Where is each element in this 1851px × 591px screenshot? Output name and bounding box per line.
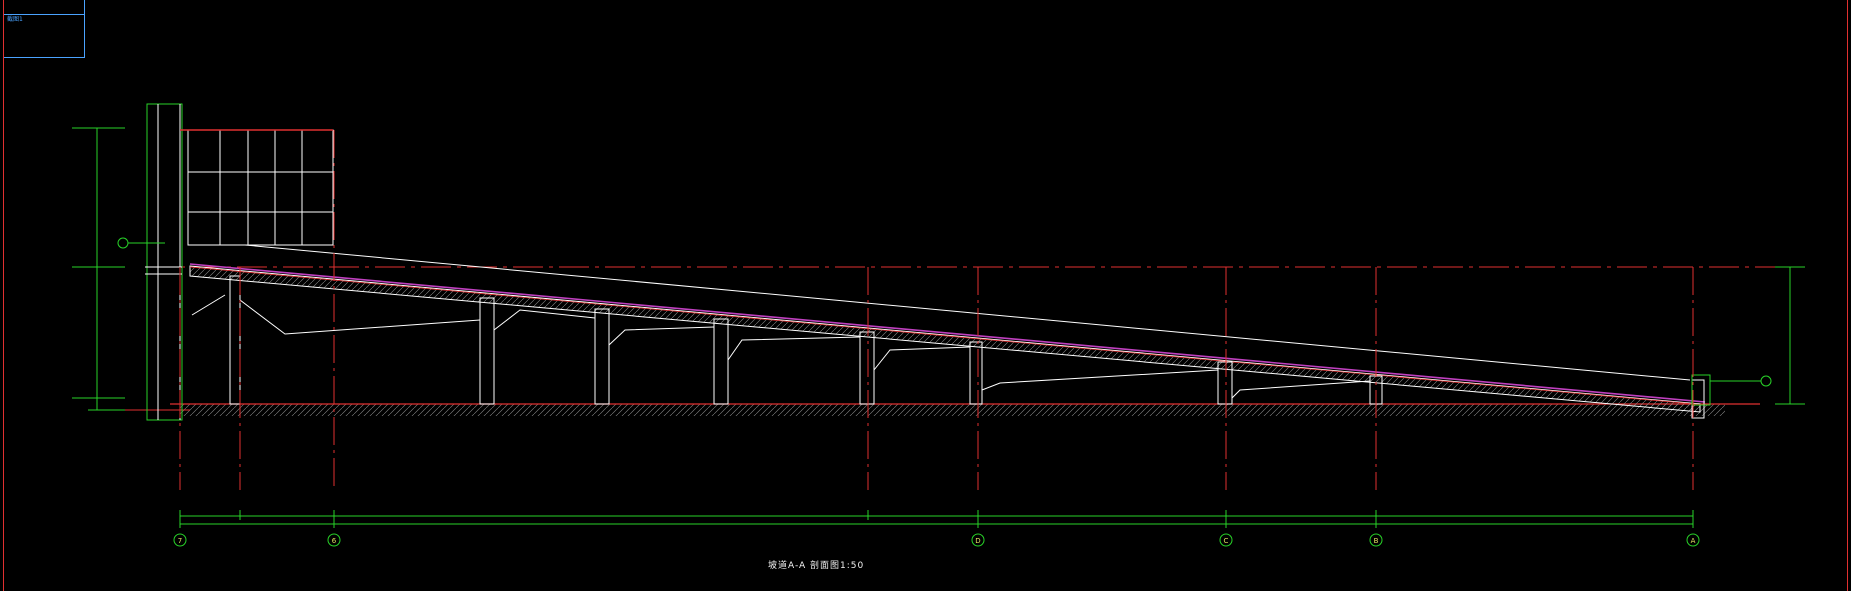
axis-bubble-7: 7 [173, 533, 187, 547]
svg-text:D: D [975, 537, 980, 545]
axis-bubble-a: A [1686, 533, 1700, 547]
ramp-slab [189, 263, 1706, 413]
left-wall [145, 103, 183, 421]
drawing-title: 坡道A-A 剖面图1:50 [768, 561, 865, 571]
axis-bubble-6: 6 [327, 533, 341, 547]
left-dimension-chain [72, 127, 125, 411]
svg-text:6: 6 [332, 537, 337, 545]
svg-text:A: A [1691, 537, 1696, 545]
right-dimension-chain [1775, 266, 1805, 405]
glass-canopy [180, 129, 334, 246]
axis-bubble-d: D [971, 533, 985, 547]
axis-bubble-c: C [1219, 533, 1233, 547]
svg-text:7: 7 [178, 537, 182, 545]
axis-bubbles: 7 6 D C B A [173, 533, 1700, 547]
bottom-dimension-lines [179, 510, 1694, 528]
support-columns [191, 275, 1705, 419]
ground-hatch [180, 404, 1725, 416]
svg-text:B: B [1374, 537, 1379, 545]
ramp-section-drawing: 7 6 D C B A [72, 103, 1805, 547]
svg-text:C: C [1224, 537, 1229, 545]
axis-bubble-b: B [1369, 533, 1383, 547]
roof-slope-line [244, 244, 1691, 381]
section-markers [117, 237, 1772, 387]
